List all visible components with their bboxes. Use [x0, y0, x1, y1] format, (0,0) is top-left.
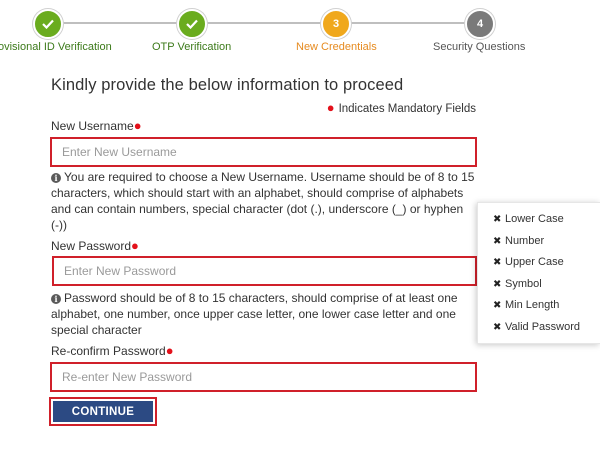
step-4-number: 4: [476, 18, 484, 30]
confirm-field-highlight: [50, 362, 477, 392]
password-input[interactable]: [54, 258, 475, 284]
rule-upper-case: ✖ Upper Case: [493, 256, 564, 268]
rule-label: Min Length: [505, 299, 560, 311]
required-dot-icon: ●: [165, 343, 174, 358]
rule-label: Number: [505, 235, 545, 247]
step-2-check-icon: [177, 9, 207, 39]
x-icon: ✖: [493, 300, 502, 311]
step-1-check-icon: [33, 9, 63, 39]
rule-min-length: ✖ Min Length: [493, 299, 559, 311]
step-1-label: ovisional ID Verification: [0, 41, 112, 53]
continue-button-highlight: CONTINUE: [49, 397, 157, 426]
rule-label: Valid Password: [505, 321, 580, 333]
rule-symbol: ✖ Symbol: [493, 278, 542, 290]
x-icon: ✖: [493, 257, 502, 268]
password-help: i Password should be of 8 to 15 character…: [51, 290, 481, 338]
username-label-text: New Username: [51, 119, 134, 133]
rule-label: Upper Case: [505, 256, 564, 268]
continue-button[interactable]: CONTINUE: [53, 401, 153, 422]
required-dot-icon: ●: [326, 100, 335, 115]
rule-label: Lower Case: [505, 213, 564, 225]
password-field-highlight: [52, 256, 477, 286]
password-label: New Password●: [51, 238, 139, 253]
step-3-number: 3: [332, 18, 340, 30]
info-icon: i: [51, 294, 61, 304]
info-icon: i: [51, 173, 61, 183]
rule-valid-password: ✖ Valid Password: [493, 321, 580, 333]
required-dot-icon: ●: [133, 118, 142, 133]
confirm-label: Re-confirm Password●: [51, 343, 174, 358]
step-3-circle: 3: [321, 9, 351, 39]
username-help: i You are required to choose a New Userna…: [51, 169, 481, 233]
page-title: Kindly provide the below information to …: [51, 76, 404, 94]
username-label: New Username●: [51, 118, 142, 133]
rule-label: Symbol: [505, 278, 542, 290]
confirm-password-input[interactable]: [52, 364, 475, 390]
x-icon: ✖: [493, 322, 502, 333]
mandatory-note: ● Indicates Mandatory Fields: [327, 100, 476, 115]
rule-lower-case: ✖ Lower Case: [493, 213, 564, 225]
password-rules-popover: ✖ Lower Case ✖ Number ✖ Upper Case ✖ Symbol …: [477, 202, 600, 344]
x-icon: ✖: [493, 214, 502, 225]
username-input[interactable]: [52, 139, 475, 165]
username-help-text: You are required to choose a New Usernam…: [51, 170, 475, 232]
rule-number: ✖ Number: [493, 235, 544, 247]
step-connector: [336, 22, 480, 24]
required-dot-icon: ●: [131, 238, 139, 253]
x-icon: ✖: [493, 236, 502, 247]
username-field-highlight: [50, 137, 477, 167]
step-2-label: OTP Verification: [152, 41, 232, 53]
step-4-circle: 4: [465, 9, 495, 39]
mandatory-note-text: Indicates Mandatory Fields: [338, 103, 476, 115]
step-connector: [192, 22, 336, 24]
x-icon: ✖: [493, 279, 502, 290]
password-help-text: Password should be of 8 to 15 characters…: [51, 291, 458, 337]
progress-stepper: 3 4 ovisional ID Verification OTP Verifi…: [0, 0, 600, 62]
step-connector: [48, 22, 192, 24]
step-4-label: Security Questions: [433, 41, 526, 53]
confirm-label-text: Re-confirm Password: [51, 344, 166, 358]
step-3-label: New Credentials: [296, 41, 377, 53]
password-label-text: New Password: [51, 239, 132, 253]
